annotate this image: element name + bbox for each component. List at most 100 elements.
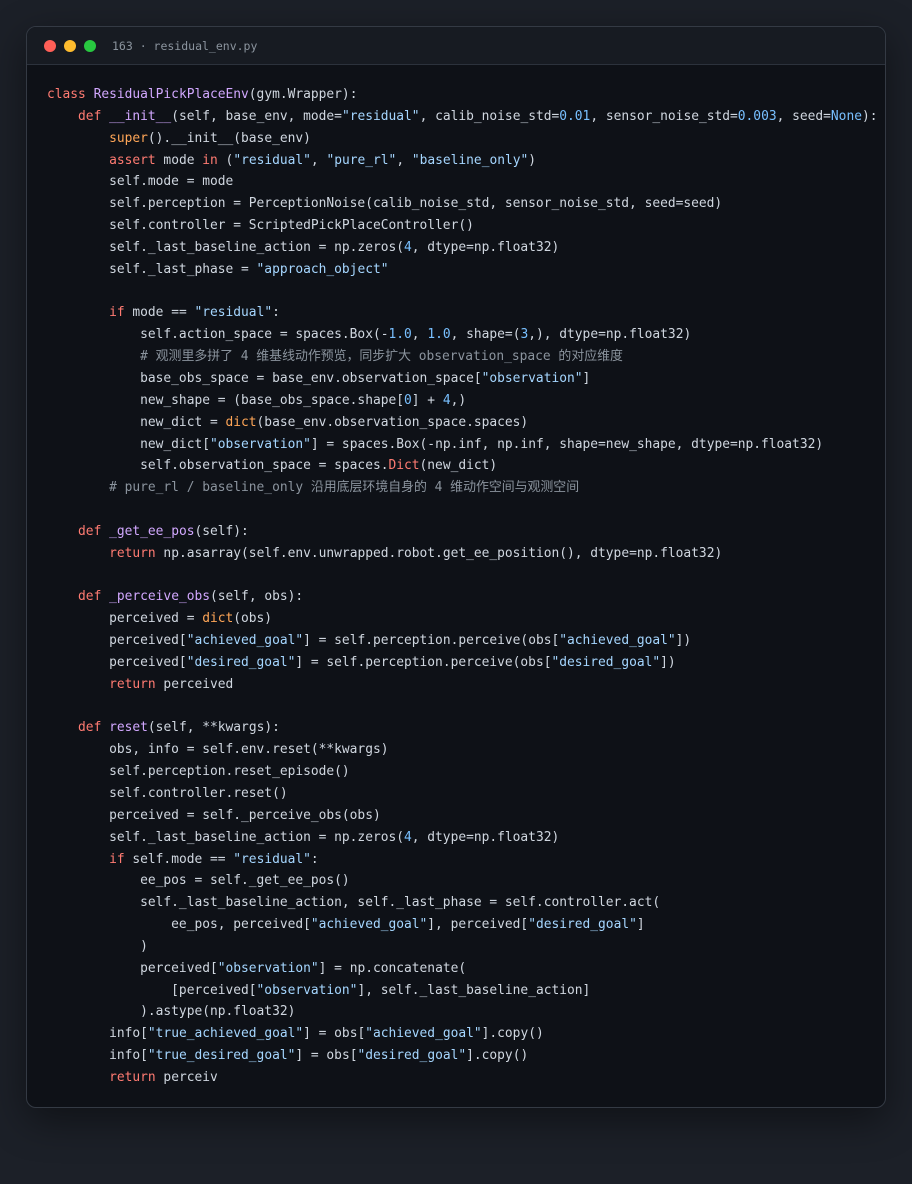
code-token: self.perception = PerceptionNoise(calib_… xyxy=(47,196,723,212)
code-line: self.controller.reset() xyxy=(47,783,878,805)
code-token: "observation" xyxy=(209,436,311,452)
code-window: 163 · residual_env.py class ResidualPick… xyxy=(26,26,886,1108)
close-window-button[interactable] xyxy=(44,39,56,52)
code-token: self._last_baseline_action = np.zeros( xyxy=(47,239,404,255)
code-token: 1.0 xyxy=(388,327,412,343)
code-token: "achieved_goal" xyxy=(186,633,304,649)
code-token: "residual" xyxy=(341,108,420,124)
code-token: "achieved_goal" xyxy=(559,633,676,649)
code-token: perceived[ xyxy=(47,633,187,649)
code-token: "pure_rl" xyxy=(326,152,397,168)
code-line: class ResidualPickPlaceEnv(gym.Wrapper): xyxy=(47,84,878,106)
code-line: perceived["achieved_goal"] = self.percep… xyxy=(47,630,878,652)
code-token: perceived = self._perceive_obs(obs) xyxy=(47,807,381,823)
code-token: : xyxy=(272,305,280,321)
code-line: if self.mode == "residual": xyxy=(47,849,878,871)
code-line: perceived = self._perceive_obs(obs) xyxy=(47,805,878,827)
code-line: ) xyxy=(47,936,878,958)
code-token: new_shape = (base_obs_space.shape[ xyxy=(47,392,404,408)
window-title: 163 · residual_env.py xyxy=(112,38,258,53)
minimize-window-button[interactable] xyxy=(64,39,76,52)
code-token: [perceived[ xyxy=(47,982,257,998)
code-line: # pure_rl / baseline_only 沿用底层环境自身的 4 维动… xyxy=(47,477,878,499)
code-token: "true_desired_goal" xyxy=(147,1048,296,1064)
code-line: obs, info = self.env.reset(**kwargs) xyxy=(47,739,878,761)
code-token: "baseline_only" xyxy=(411,152,529,168)
code-token: super xyxy=(109,130,148,146)
code-line: def _get_ee_pos(self): xyxy=(47,521,878,543)
code-token: ]) xyxy=(675,633,692,649)
code-token: ], self._last_baseline_action] xyxy=(357,982,591,998)
code-token: , dtype=np.float32) xyxy=(411,829,560,845)
code-token: return xyxy=(109,545,156,561)
code-token: "desired_goal" xyxy=(551,654,661,670)
code-token: "observation" xyxy=(217,960,319,976)
code-line: perceived["desired_goal"] = self.percept… xyxy=(47,652,878,674)
code-token: ee_pos = self._get_ee_pos() xyxy=(47,873,350,889)
code-token: , xyxy=(396,152,412,168)
code-token: return xyxy=(109,1069,156,1085)
code-token: , calib_noise_std= xyxy=(419,108,560,124)
code-token: ] = spaces.Box(-np.inf, np.inf, shape=ne… xyxy=(310,436,824,452)
code-line: ee_pos = self._get_ee_pos() xyxy=(47,870,878,892)
code-token: "approach_object" xyxy=(256,261,389,277)
code-line: def reset(self, **kwargs): xyxy=(47,717,878,739)
code-token: ( xyxy=(217,152,234,168)
code-token: reset xyxy=(109,720,148,736)
code-token: self.controller.reset() xyxy=(47,786,288,801)
code-token: 0.01 xyxy=(559,108,591,124)
code-line: ).astype(np.float32) xyxy=(47,1001,878,1023)
code-token: "achieved_goal" xyxy=(365,1026,482,1042)
code-token: , dtype=np.float32) xyxy=(411,239,560,255)
code-token: self._last_phase = xyxy=(47,261,257,277)
code-token: (self, **kwargs): xyxy=(147,720,280,736)
code-line: def _perceive_obs(self, obs): xyxy=(47,586,878,608)
code-token: def xyxy=(78,523,102,539)
code-line: self._last_phase = "approach_object" xyxy=(47,259,878,281)
code-token: None xyxy=(830,108,862,124)
code-line: info["true_achieved_goal"] = obs["achiev… xyxy=(47,1023,878,1045)
code-token: 4 xyxy=(404,239,412,255)
code-line: self._last_baseline_action = np.zeros(4,… xyxy=(47,237,878,259)
code-token: _perceive_obs xyxy=(109,589,211,605)
code-token: ) xyxy=(528,152,537,168)
code-token: self.mode == xyxy=(124,851,234,867)
code-line: new_dict = dict(base_env.observation_spa… xyxy=(47,412,878,434)
code-line: self._last_baseline_action = np.zeros(4,… xyxy=(47,827,878,849)
code-line: info["true_desired_goal"] = obs["desired… xyxy=(47,1045,878,1067)
code-token: info[ xyxy=(47,1026,148,1042)
code-token: (base_env.observation_space.spaces) xyxy=(256,414,529,430)
title-bar: 163 · residual_env.py xyxy=(27,27,885,65)
maximize-window-button[interactable] xyxy=(84,39,96,52)
code-token: (new_dict) xyxy=(419,458,498,474)
code-line: if mode == "residual": xyxy=(47,302,878,324)
code-editor[interactable]: class ResidualPickPlaceEnv(gym.Wrapper):… xyxy=(47,84,878,1089)
code-token: ], perceived[ xyxy=(427,917,529,933)
code-token: ee_pos, perceived[ xyxy=(47,917,311,933)
code-token: dict xyxy=(225,414,257,430)
code-token: perceived xyxy=(155,676,234,692)
code-token: (obs) xyxy=(233,611,273,627)
code-token: self.perception.reset_episode() xyxy=(47,764,350,780)
code-line: self.observation_space = spaces.Dict(new… xyxy=(47,455,878,477)
code-token: (self): xyxy=(194,523,249,539)
code-token: new_dict = xyxy=(47,414,226,430)
code-line: assert mode in ("residual", "pure_rl", "… xyxy=(47,150,878,172)
code-token: class xyxy=(47,87,86,102)
code-token: ,), dtype=np.float32) xyxy=(528,327,692,343)
code-token: mode == xyxy=(124,305,195,321)
code-token: def xyxy=(78,108,102,124)
code-token: : xyxy=(310,851,319,867)
code-token: return xyxy=(109,676,156,692)
code-token: mode xyxy=(155,152,203,168)
